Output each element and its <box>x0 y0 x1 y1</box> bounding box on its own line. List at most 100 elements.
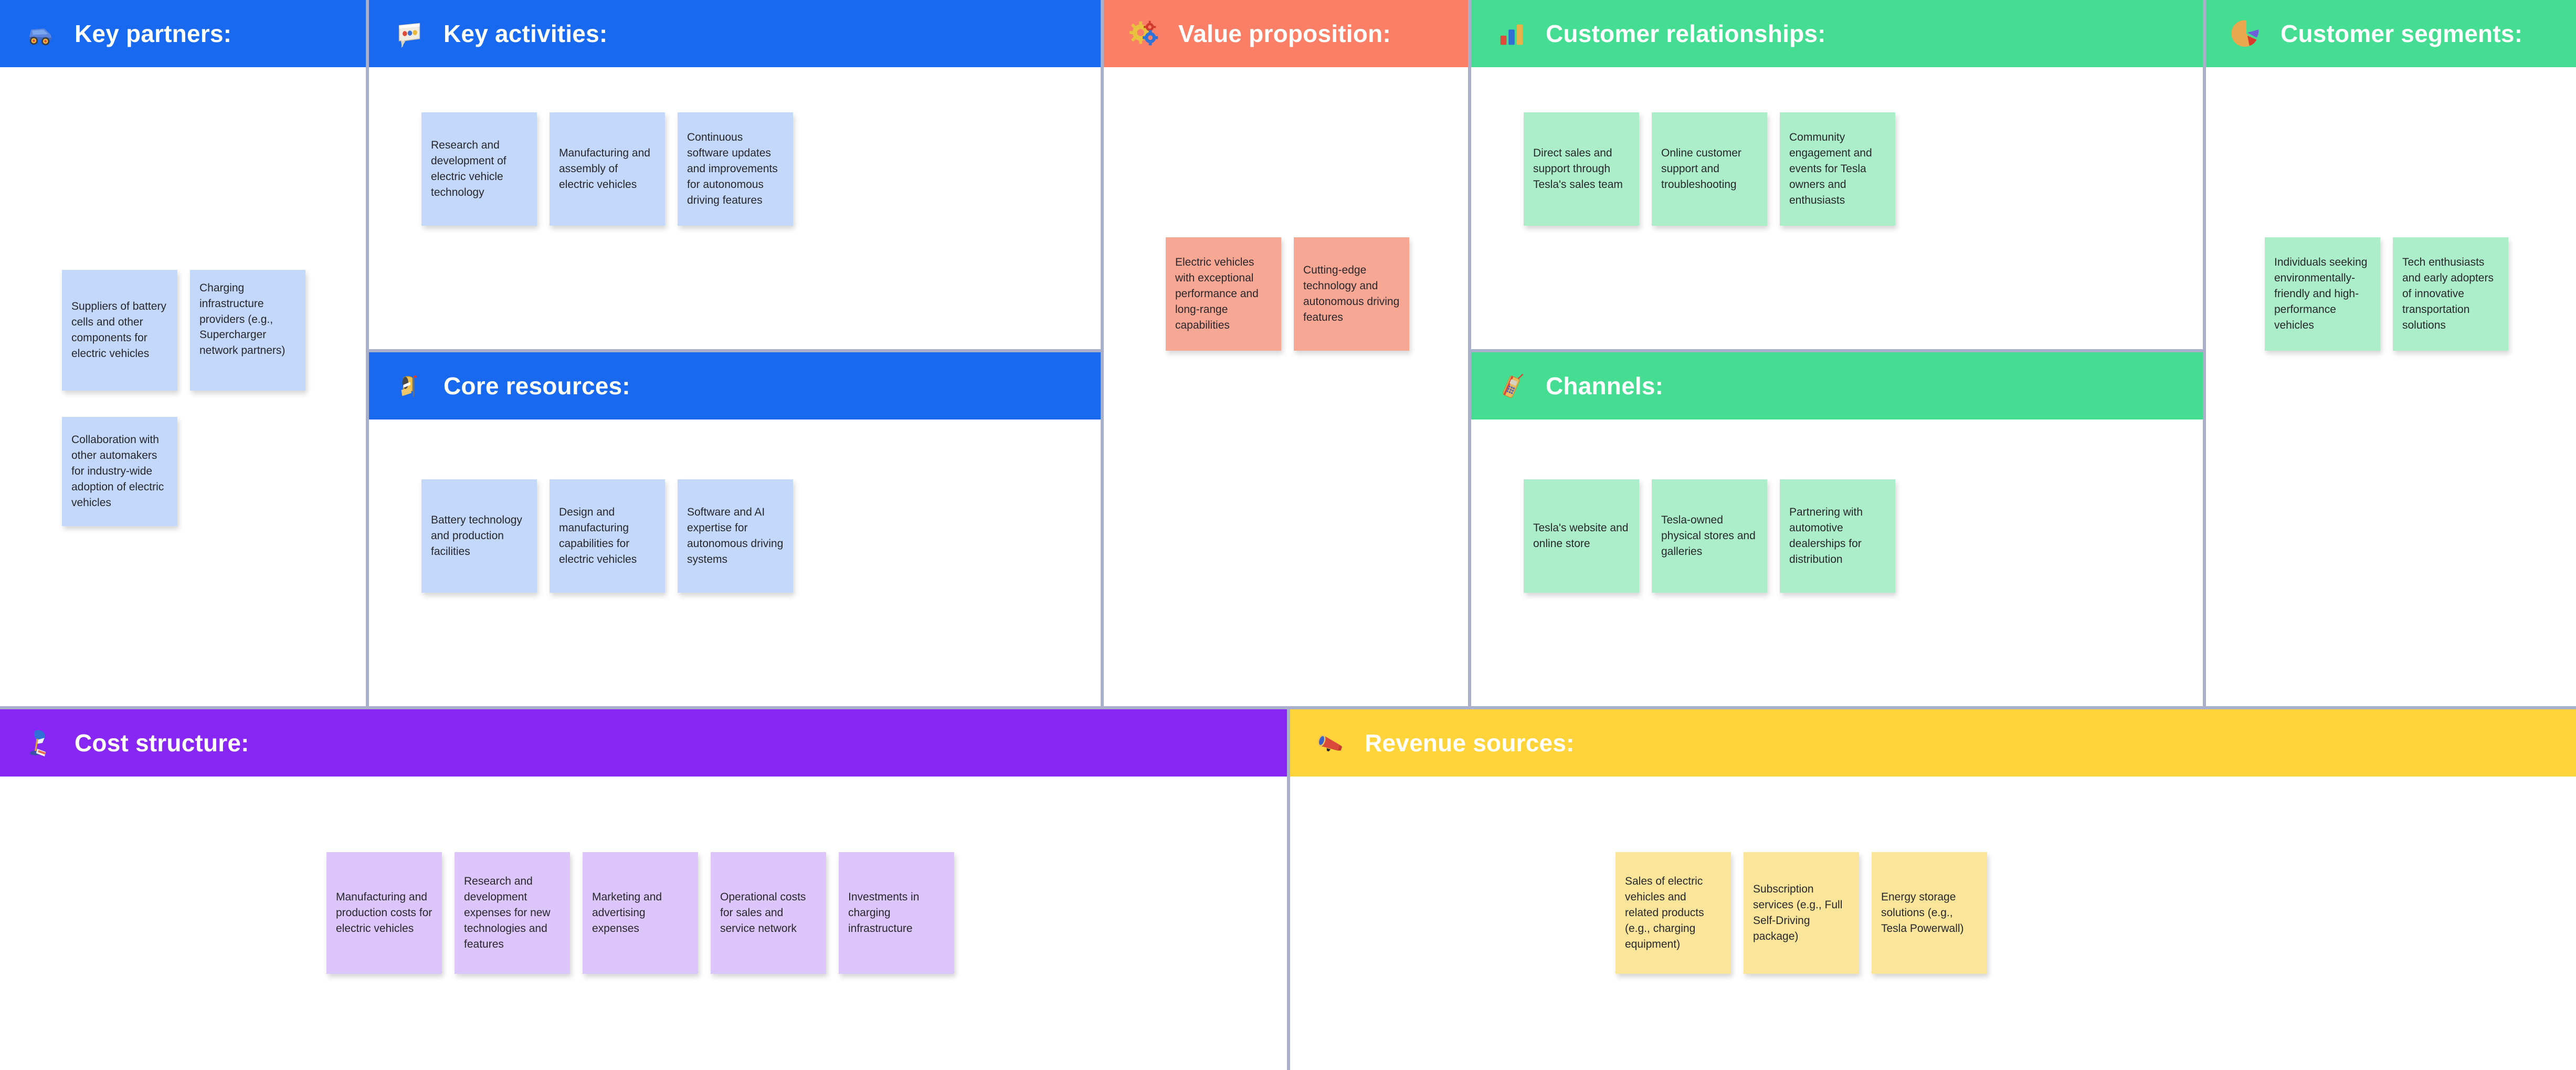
note-text: Manufacturing and assembly of electric v… <box>559 147 650 191</box>
gears-icon <box>1128 17 1160 50</box>
section-channels[interactable]: Channels: Tesla's website and online sto… <box>1470 351 2204 708</box>
section-header-revenue-sources: Revenue sources: <box>1290 709 2576 777</box>
note-text: Research and development expenses for ne… <box>464 875 551 950</box>
note-list-cost-structure: Manufacturing and production costs for e… <box>0 794 1287 974</box>
sticky-note[interactable]: Charging infrastructure providers (e.g.,… <box>190 270 305 391</box>
section-title: Customer segments: <box>2281 20 2523 47</box>
section-header-customer-segments: Customer segments: <box>2206 0 2576 67</box>
sticky-note[interactable]: Manufacturing and assembly of electric v… <box>550 112 665 226</box>
sticky-note[interactable]: Subscription services (e.g., Full Self-D… <box>1744 852 1859 974</box>
section-header-core-resources: Core resources: <box>369 352 1101 419</box>
sticky-note[interactable]: Community engagement and events for Tesl… <box>1780 112 1895 226</box>
section-header-customer-relationships: Customer relationships: <box>1471 0 2203 67</box>
section-body-cost-structure: Manufacturing and production costs for e… <box>0 777 1287 1070</box>
section-customer-segments[interactable]: Customer segments: Individuals seeking e… <box>2204 0 2576 708</box>
note-list-value-proposition: Electric vehicles with exceptional perfo… <box>1104 85 1468 351</box>
note-list-key-partners: Suppliers of battery cells and other com… <box>0 85 356 526</box>
section-header-value-proposition: Value proposition: <box>1104 0 1468 67</box>
note-text: Operational costs for sales and service … <box>720 891 806 935</box>
desk-lamp-icon <box>24 727 57 759</box>
note-list-revenue-sources: Sales of electric vehicles and related p… <box>1290 794 2576 974</box>
section-body-revenue-sources: Sales of electric vehicles and related p… <box>1290 777 2576 1070</box>
note-text: Marketing and advertising expenses <box>592 891 662 935</box>
section-revenue-sources[interactable]: Revenue sources: Sales of electric vehic… <box>1289 708 2576 1070</box>
note-text: Direct sales and support through Tesla's… <box>1533 147 1623 191</box>
speech-balloon-icon <box>393 17 426 50</box>
section-body-key-partners: Suppliers of battery cells and other com… <box>0 67 366 706</box>
section-body-channels: Tesla's website and online store Tesla-o… <box>1471 419 2203 706</box>
section-title: Value proposition: <box>1178 20 1391 47</box>
note-list-customer-relationships: Direct sales and support through Tesla's… <box>1471 85 2203 226</box>
note-text: Manufacturing and production costs for e… <box>336 891 432 935</box>
note-text: Design and manufacturing capabilities fo… <box>559 506 637 565</box>
pie-chart-icon <box>2230 17 2263 50</box>
sticky-note[interactable]: Partnering with automotive dealerships f… <box>1780 479 1895 593</box>
sticky-note[interactable]: Direct sales and support through Tesla's… <box>1524 112 1639 226</box>
sticky-note[interactable]: Research and development expenses for ne… <box>455 852 570 974</box>
note-text: Online customer support and troubleshoot… <box>1661 147 1741 191</box>
sticky-note[interactable]: Battery technology and production facili… <box>421 479 537 593</box>
note-text: Subscription services (e.g., Full Self-D… <box>1753 883 1843 942</box>
note-list-key-activities: Research and development of electric veh… <box>369 85 1101 226</box>
sticky-note[interactable]: Manufacturing and production costs for e… <box>326 852 442 974</box>
section-body-value-proposition: Electric vehicles with exceptional perfo… <box>1104 67 1468 706</box>
section-body-customer-segments: Individuals seeking environmentally-frie… <box>2206 67 2576 706</box>
sticky-note[interactable]: Design and manufacturing capabilities fo… <box>550 479 665 593</box>
sticky-note[interactable]: Tesla's website and online store <box>1524 479 1639 593</box>
sticky-note[interactable]: Electric vehicles with exceptional perfo… <box>1166 237 1281 351</box>
sticky-note[interactable]: Marketing and advertising expenses <box>583 852 698 974</box>
note-list-channels: Tesla's website and online store Tesla-o… <box>1471 437 2203 593</box>
section-core-resources[interactable]: Core resources: Battery technology and p… <box>367 351 1102 708</box>
section-title: Customer relationships: <box>1546 20 1826 47</box>
sticky-note[interactable]: Software and AI expertise for autonomous… <box>678 479 793 593</box>
car-icon <box>24 17 57 50</box>
note-text: Tech enthusiasts and early adopters of i… <box>2402 256 2494 331</box>
note-text: Collaboration with other automakers for … <box>71 434 164 509</box>
note-text: Cutting-edge technology and autonomous d… <box>1303 264 1400 323</box>
note-text: Investments in charging infrastructure <box>848 891 920 935</box>
note-text: Charging infrastructure providers (e.g.,… <box>199 282 286 357</box>
sticky-note[interactable]: Suppliers of battery cells and other com… <box>62 270 177 391</box>
sticky-note[interactable]: Collaboration with other automakers for … <box>62 417 177 526</box>
sticky-note[interactable]: Operational costs for sales and service … <box>711 852 826 974</box>
section-title: Core resources: <box>444 372 630 400</box>
note-text: Research and development of electric veh… <box>431 139 506 198</box>
section-header-channels: Channels: <box>1471 352 2203 419</box>
section-cost-structure[interactable]: Cost structure: Manufacturing and produc… <box>0 708 1289 1070</box>
section-customer-relationships[interactable]: Customer relationships: Direct sales and… <box>1470 0 2204 351</box>
sticky-note[interactable]: Tech enthusiasts and early adopters of i… <box>2393 237 2508 351</box>
sticky-note[interactable]: Energy storage solutions (e.g., Tesla Po… <box>1872 852 1987 974</box>
sticky-note[interactable]: Research and development of electric veh… <box>421 112 537 226</box>
note-list-core-resources: Battery technology and production facili… <box>369 437 1101 593</box>
note-text: Tesla's website and online store <box>1533 522 1629 550</box>
note-text: Suppliers of battery cells and other com… <box>71 300 166 360</box>
note-text: Community engagement and events for Tesl… <box>1789 131 1872 206</box>
section-value-proposition[interactable]: Value proposition: Electric vehicles wit… <box>1102 0 1470 708</box>
note-text: Sales of electric vehicles and related p… <box>1625 875 1704 950</box>
section-body-customer-relationships: Direct sales and support through Tesla's… <box>1471 67 2203 349</box>
note-text: Individuals seeking environmentally-frie… <box>2274 256 2368 331</box>
section-title: Cost structure: <box>75 729 249 757</box>
note-text: Energy storage solutions (e.g., Tesla Po… <box>1881 891 1964 935</box>
note-text: Tesla-owned physical stores and gallerie… <box>1661 514 1756 558</box>
sticky-note[interactable]: Online customer support and troubleshoot… <box>1652 112 1767 226</box>
sticky-note[interactable]: Tesla-owned physical stores and gallerie… <box>1652 479 1767 593</box>
section-title: Key activities: <box>444 20 608 47</box>
section-header-key-activities: Key activities: <box>369 0 1101 67</box>
note-list-customer-segments: Individuals seeking environmentally-frie… <box>2206 85 2576 351</box>
sticky-note[interactable]: Cutting-edge technology and autonomous d… <box>1294 237 1409 351</box>
sticky-note[interactable]: Individuals seeking environmentally-frie… <box>2265 237 2380 351</box>
note-text: Continuous software updates and improvem… <box>687 131 778 206</box>
sticky-note[interactable]: Continuous software updates and improvem… <box>678 112 793 226</box>
section-header-key-partners: Key partners: <box>0 0 366 67</box>
sticky-note[interactable]: Sales of electric vehicles and related p… <box>1616 852 1731 974</box>
sticky-note[interactable]: Investments in charging infrastructure <box>839 852 954 974</box>
section-header-cost-structure: Cost structure: <box>0 709 1287 777</box>
mobile-phone-icon <box>1495 370 1528 402</box>
section-body-core-resources: Battery technology and production facili… <box>369 419 1101 706</box>
section-title: Revenue sources: <box>1365 729 1575 757</box>
section-body-key-activities: Research and development of electric veh… <box>369 67 1101 349</box>
section-key-activities[interactable]: Key activities: Research and development… <box>367 0 1102 351</box>
mailbox-icon <box>393 370 426 402</box>
section-key-partners[interactable]: Key partners: Suppliers of battery cells… <box>0 0 367 708</box>
